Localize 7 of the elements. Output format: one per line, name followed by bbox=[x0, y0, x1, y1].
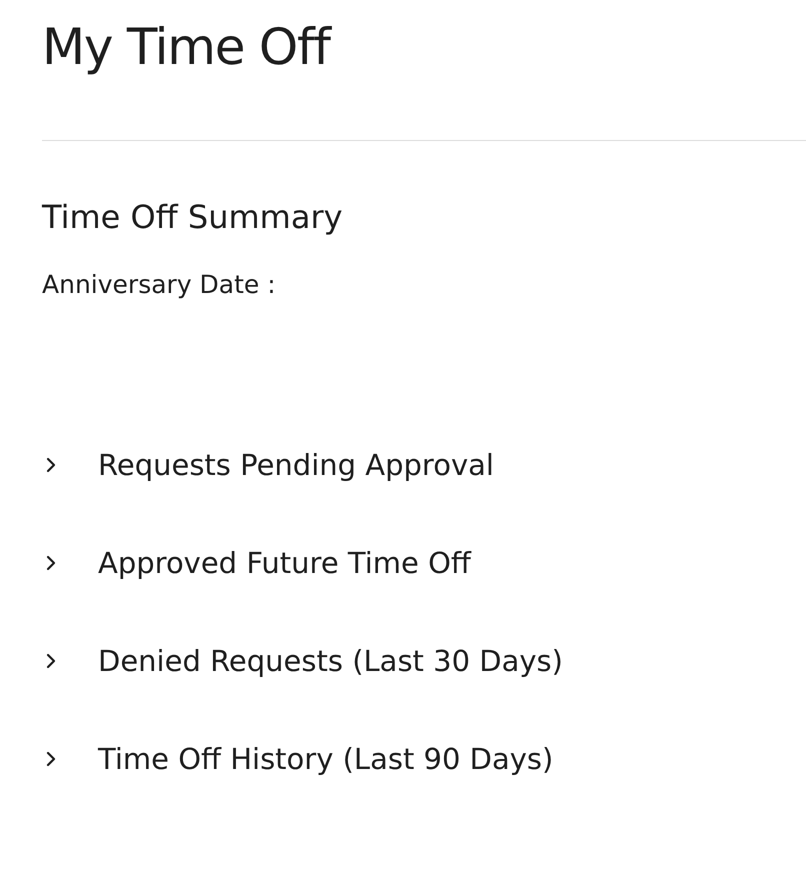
anniversary-date-label: Anniversary Date : bbox=[42, 269, 277, 301]
section-toggle[interactable]: Requests Pending Approval bbox=[42, 443, 806, 487]
section-heading: Time Off Summary bbox=[42, 197, 344, 238]
section-toggle[interactable]: Denied Requests (Last 30 Days) bbox=[42, 639, 806, 683]
page-title: My Time Off bbox=[42, 17, 333, 78]
section-toggle[interactable]: Approved Future Time Off bbox=[42, 541, 806, 585]
section-toggle[interactable]: Time Off History (Last 90 Days) bbox=[42, 737, 806, 781]
